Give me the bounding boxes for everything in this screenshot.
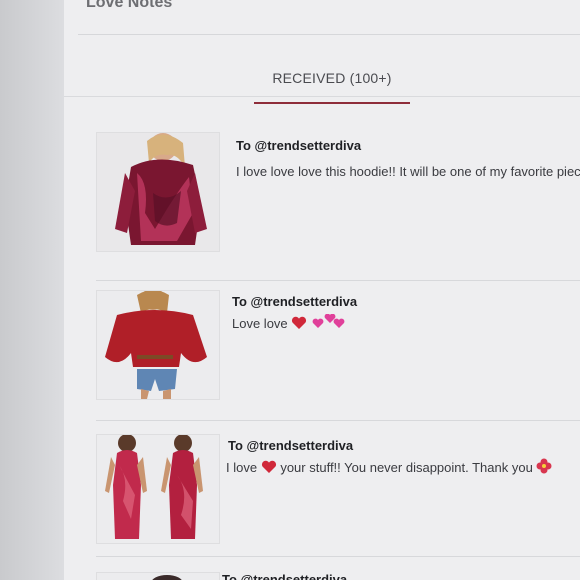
note-divider — [96, 556, 580, 557]
note-recipient[interactable]: To @trendsetterdiva — [232, 294, 357, 309]
off-shoulder-top-image — [97, 291, 219, 399]
note-message-text-end: your stuff!! You never disappoint. Thank… — [280, 460, 533, 475]
note-recipient[interactable]: To @trendsetterdiva — [222, 572, 347, 580]
product-thumbnail-top[interactable] — [96, 290, 220, 400]
note-divider — [96, 420, 580, 421]
note-message: I love your stuff!! You never disappoint… — [226, 458, 552, 477]
hoodie-image — [97, 133, 219, 251]
product-image-partial — [97, 573, 219, 580]
screen-left-edge — [0, 0, 64, 580]
active-tab-indicator — [254, 102, 410, 104]
note-message-text-start: I love — [226, 460, 258, 475]
section-title: Love Notes — [86, 0, 173, 11]
tab-received[interactable]: RECEIVED (100+) — [254, 64, 410, 104]
red-heart-icon — [261, 460, 277, 477]
tab-received-label: RECEIVED (100+) — [272, 70, 392, 86]
note-divider — [96, 280, 580, 281]
two-hearts-icon — [311, 313, 347, 333]
product-thumbnail-dress[interactable] — [96, 434, 220, 544]
love-notes-page: Love Notes RECEIVED (100+) To @trendsett… — [64, 0, 580, 580]
red-heart-icon — [291, 316, 307, 333]
tie-dye-dress-image — [97, 435, 219, 543]
note-recipient[interactable]: To @trendsetterdiva — [228, 438, 353, 453]
note-message-text: Love love — [232, 316, 288, 331]
tabs-divider — [64, 96, 580, 97]
note-message: I love love love this hoodie!! It will b… — [236, 164, 580, 179]
note-recipient[interactable]: To @trendsetterdiva — [236, 138, 361, 153]
note-message: Love love — [232, 313, 347, 333]
hibiscus-icon — [536, 458, 552, 477]
header-divider — [78, 34, 580, 35]
product-thumbnail-hoodie[interactable] — [96, 132, 220, 252]
product-thumbnail-partial[interactable] — [96, 572, 220, 580]
